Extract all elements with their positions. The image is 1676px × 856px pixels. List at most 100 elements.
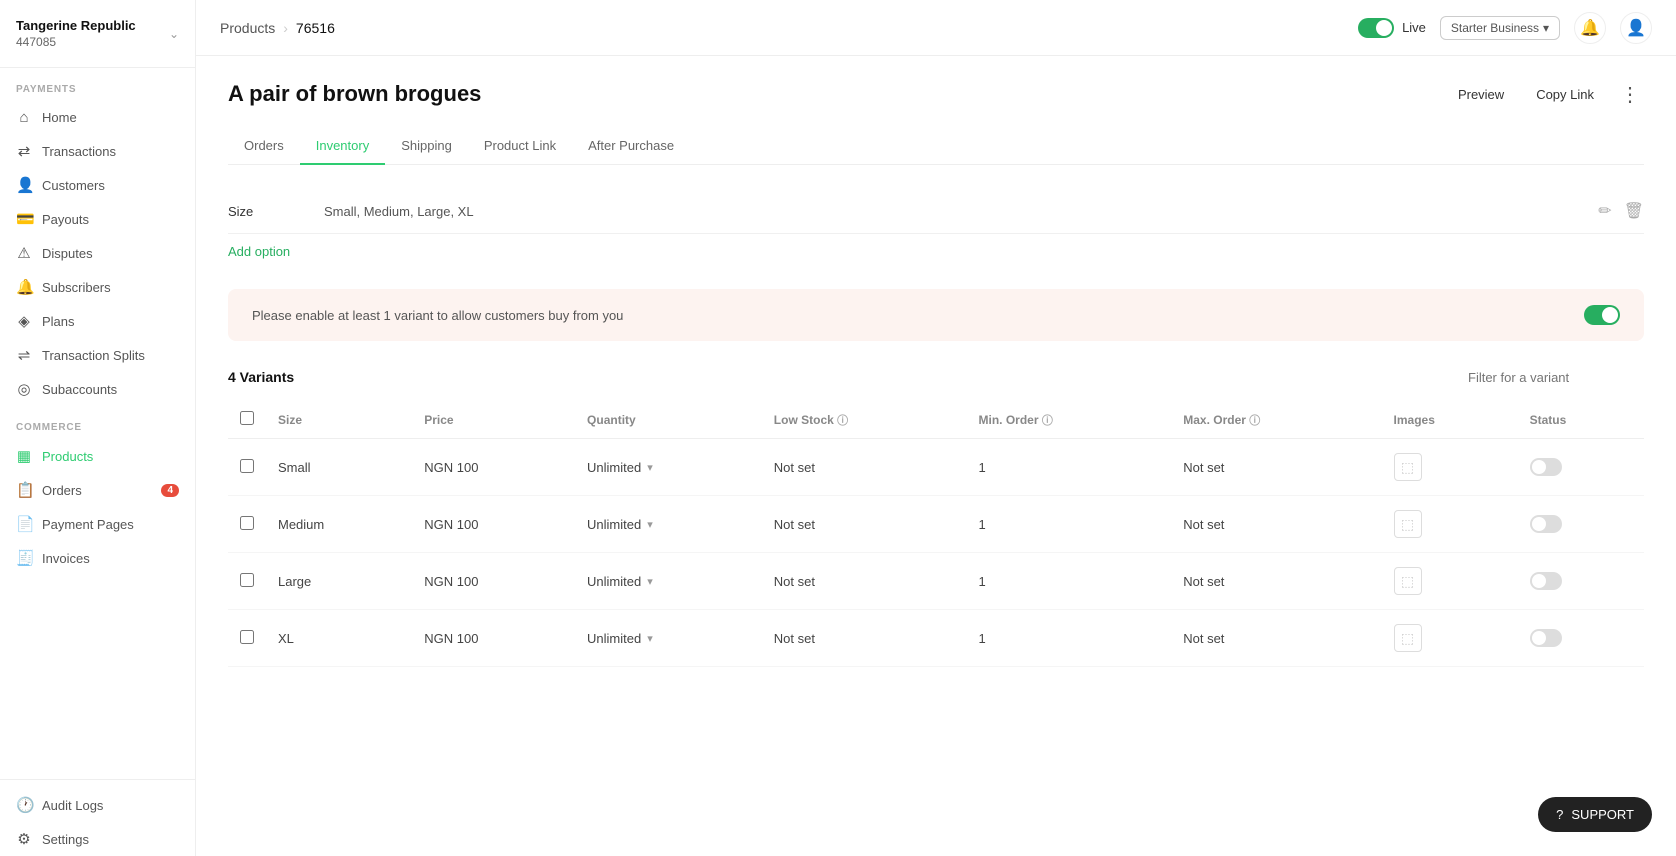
products-icon: ▦	[16, 447, 32, 465]
sidebar-item-payouts[interactable]: 💳 Payouts	[0, 202, 195, 236]
sidebar-item-label: Orders	[42, 483, 82, 498]
sidebar-item-invoices[interactable]: 🧾 Invoices	[0, 541, 195, 575]
sidebar-item-products[interactable]: ▦ Products	[0, 439, 195, 473]
delete-option-icon[interactable]: 🗑	[1624, 201, 1644, 221]
row-images[interactable]: ⬚	[1382, 439, 1518, 496]
quantity-dropdown-icon[interactable]: ▾	[647, 575, 653, 588]
row-min-order: 1	[967, 439, 1172, 496]
quantity-dropdown-icon[interactable]: ▾	[647, 632, 653, 645]
subaccounts-icon: ◎	[16, 380, 32, 398]
breadcrumb-separator: ›	[283, 20, 288, 36]
settings-icon: ⚙	[16, 830, 32, 848]
plans-icon: ◈	[16, 312, 32, 330]
select-all-checkbox[interactable]	[240, 411, 254, 425]
row-images[interactable]: ⬚	[1382, 553, 1518, 610]
live-toggle[interactable]: Live	[1358, 18, 1426, 38]
row-size: XL	[266, 610, 412, 667]
sidebar-item-label: Audit Logs	[42, 798, 103, 813]
breadcrumb-current: 76516	[296, 20, 335, 36]
image-placeholder-icon[interactable]: ⬚	[1394, 567, 1422, 595]
row-max-order: Not set	[1171, 553, 1381, 610]
row-quantity[interactable]: Unlimited ▾	[575, 553, 762, 610]
tab-shipping[interactable]: Shipping	[385, 128, 468, 165]
tab-inventory[interactable]: Inventory	[300, 128, 385, 165]
variant-status-toggle[interactable]	[1530, 515, 1562, 533]
preview-button[interactable]: Preview	[1448, 81, 1514, 108]
sidebar-item-label: Products	[42, 449, 93, 464]
orders-icon: 📋	[16, 481, 32, 499]
sidebar-item-home[interactable]: ⌂ Home	[0, 101, 195, 134]
row-price: NGN 100	[412, 496, 575, 553]
min-order-info-icon[interactable]: ⓘ	[1042, 415, 1053, 427]
tab-orders[interactable]: Orders	[228, 128, 300, 165]
user-avatar-button[interactable]: 👤	[1620, 12, 1652, 44]
quantity-dropdown-icon[interactable]: ▾	[647, 518, 653, 531]
more-options-button[interactable]: ⋮	[1616, 80, 1644, 108]
low-stock-info-icon[interactable]: ⓘ	[837, 415, 848, 427]
row-checkbox[interactable]	[240, 573, 254, 587]
col-max-order: Max. Order ⓘ	[1171, 401, 1381, 439]
row-quantity[interactable]: Unlimited ▾	[575, 439, 762, 496]
row-images[interactable]: ⬚	[1382, 496, 1518, 553]
sidebar-item-plans[interactable]: ◈ Plans	[0, 304, 195, 338]
home-icon: ⌂	[16, 109, 32, 126]
sidebar-item-transactions[interactable]: ⇄ Transactions	[0, 134, 195, 168]
filter-input[interactable]	[1468, 370, 1644, 385]
edit-option-icon[interactable]: ✏	[1598, 201, 1611, 221]
options-section: Size Small, Medium, Large, XL ✏ 🗑 Add op…	[228, 189, 1644, 269]
col-status: Status	[1518, 401, 1644, 439]
tab-after-purchase[interactable]: After Purchase	[572, 128, 690, 165]
row-quantity[interactable]: Unlimited ▾	[575, 610, 762, 667]
add-option-button[interactable]: Add option	[228, 234, 1644, 269]
sidebar-item-audit-logs[interactable]: 🕐 Audit Logs	[0, 788, 195, 822]
breadcrumb-root[interactable]: Products	[220, 20, 275, 36]
col-price: Price	[412, 401, 575, 439]
brand-switcher[interactable]: Tangerine Republic 447085 ⌄	[0, 0, 195, 68]
row-size: Small	[266, 439, 412, 496]
row-images[interactable]: ⬚	[1382, 610, 1518, 667]
variant-status-toggle[interactable]	[1530, 458, 1562, 476]
sidebar-item-transaction-splits[interactable]: ⇌ Transaction Splits	[0, 338, 195, 372]
sidebar-item-settings[interactable]: ⚙ Settings	[0, 822, 195, 856]
quantity-dropdown-icon[interactable]: ▾	[647, 461, 653, 474]
row-quantity[interactable]: Unlimited ▾	[575, 496, 762, 553]
transactions-icon: ⇄	[16, 142, 32, 160]
row-status[interactable]	[1518, 496, 1644, 553]
sidebar-item-label: Plans	[42, 314, 75, 329]
plan-badge[interactable]: Starter Business ▾	[1440, 16, 1560, 40]
row-min-order: 1	[967, 553, 1172, 610]
row-status[interactable]	[1518, 439, 1644, 496]
sidebar-item-disputes[interactable]: ⚠ Disputes	[0, 236, 195, 270]
sidebar-item-label: Transaction Splits	[42, 348, 145, 363]
brand-id: 447085	[16, 35, 136, 49]
sidebar-item-orders[interactable]: 📋 Orders 4	[0, 473, 195, 507]
sidebar-item-customers[interactable]: 👤 Customers	[0, 168, 195, 202]
row-status[interactable]	[1518, 553, 1644, 610]
tab-product-link[interactable]: Product Link	[468, 128, 572, 165]
image-placeholder-icon[interactable]: ⬚	[1394, 510, 1422, 538]
copy-link-button[interactable]: Copy Link	[1526, 81, 1604, 108]
enable-variant-toggle[interactable]	[1584, 305, 1620, 325]
table-row: Large NGN 100 Unlimited ▾ Not set 1 Not …	[228, 553, 1644, 610]
enable-variant-banner: Please enable at least 1 variant to allo…	[228, 289, 1644, 341]
image-placeholder-icon[interactable]: ⬚	[1394, 624, 1422, 652]
max-order-info-icon[interactable]: ⓘ	[1249, 415, 1260, 427]
live-toggle-switch[interactable]	[1358, 18, 1394, 38]
notifications-button[interactable]: 🔔	[1574, 12, 1606, 44]
row-checkbox[interactable]	[240, 459, 254, 473]
variant-status-toggle[interactable]	[1530, 629, 1562, 647]
image-placeholder-icon[interactable]: ⬚	[1394, 453, 1422, 481]
row-status[interactable]	[1518, 610, 1644, 667]
row-checkbox[interactable]	[240, 630, 254, 644]
support-button[interactable]: ? SUPPORT	[1538, 797, 1652, 832]
sidebar-item-label: Invoices	[42, 551, 90, 566]
sidebar-item-payment-pages[interactable]: 📄 Payment Pages	[0, 507, 195, 541]
sidebar-item-subaccounts[interactable]: ◎ Subaccounts	[0, 372, 195, 406]
variant-status-toggle[interactable]	[1530, 572, 1562, 590]
row-low-stock: Not set	[762, 553, 967, 610]
sidebar-item-subscribers[interactable]: 🔔 Subscribers	[0, 270, 195, 304]
col-size: Size	[266, 401, 412, 439]
row-checkbox[interactable]	[240, 516, 254, 530]
variants-header: 4 Variants	[228, 369, 1644, 385]
variants-body: Small NGN 100 Unlimited ▾ Not set 1 Not …	[228, 439, 1644, 667]
